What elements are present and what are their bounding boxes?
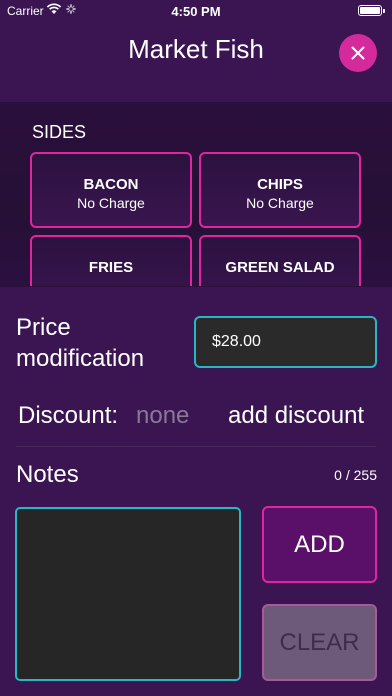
add-discount-button[interactable]: add discount xyxy=(228,402,364,430)
price-modification-label: Price modification xyxy=(16,314,145,372)
page-title: Market Fish xyxy=(128,34,264,64)
discount-value: none xyxy=(136,402,190,429)
clear-button[interactable]: CLEAR xyxy=(262,604,377,681)
close-icon xyxy=(351,46,365,60)
sides-section-label: SIDES xyxy=(32,122,87,142)
add-button[interactable]: ADD xyxy=(262,506,377,583)
side-option-bacon[interactable]: BACON No Charge xyxy=(30,152,192,228)
status-time: 4:50 PM xyxy=(171,4,221,19)
discount-label: Discount: xyxy=(18,402,119,429)
side-option-green-salad[interactable]: GREEN SALAD xyxy=(199,235,361,286)
side-option-fries[interactable]: FRIES xyxy=(30,235,192,286)
panel-divider xyxy=(0,286,392,287)
side-price: No Charge xyxy=(246,195,314,211)
notes-textarea[interactable] xyxy=(15,507,241,681)
side-price: No Charge xyxy=(77,195,145,211)
side-name: CHIPS xyxy=(257,176,303,193)
side-name: GREEN SALAD xyxy=(225,259,335,276)
sides-panel[interactable]: SIDES BACON No Charge CHIPS No Charge FR… xyxy=(0,102,392,286)
battery-icon xyxy=(358,5,385,16)
notes-character-count: 0 / 255 xyxy=(334,467,377,483)
notes-label: Notes xyxy=(16,461,79,488)
status-bar: Carrier 4:50 PM xyxy=(0,0,392,22)
price-input[interactable]: $28.00 xyxy=(194,316,377,368)
side-name: FRIES xyxy=(88,259,134,276)
side-option-chips[interactable]: CHIPS No Charge xyxy=(199,152,361,228)
side-name: BACON xyxy=(83,176,139,193)
section-divider xyxy=(16,446,376,447)
close-button[interactable] xyxy=(339,34,377,72)
